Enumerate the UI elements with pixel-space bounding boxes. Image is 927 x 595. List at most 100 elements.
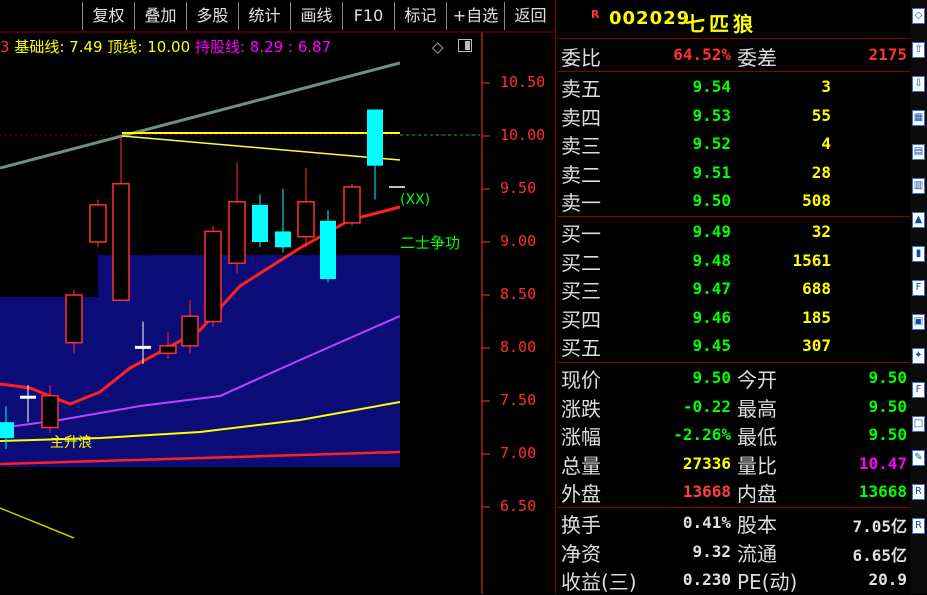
base-line-value: 7.49 <box>69 38 103 56</box>
ask-level-label: 卖四 <box>561 105 601 130</box>
xx-label: (XX) <box>400 192 431 208</box>
ask-price: 9.51 <box>692 162 731 182</box>
right-toolstrip: ◇ ⇧ ⇩ ▦ ▤ ▥ ▲ ▮ F ▣ ✦ F □ ✎ R R <box>910 0 927 594</box>
hold-line-label: 持股线: <box>194 38 245 56</box>
candle-body <box>65 294 83 344</box>
quote-panel: R 002029 七匹狼 委比 64.52% 委差 2175 卖五 9.54 3 卖四 9.53… <box>557 0 910 594</box>
r-badge: R <box>591 8 600 21</box>
f10-button[interactable]: F10 <box>342 2 394 30</box>
bid-level-label: 买四 <box>561 307 601 332</box>
hold-line-sep: : <box>287 38 294 56</box>
bid-level-label: 买三 <box>561 279 601 304</box>
bid-volume: 307 <box>802 336 831 356</box>
bid-volume: 1561 <box>792 250 831 270</box>
base-line-label: 基础线: <box>14 38 65 56</box>
toolstrip-icon[interactable]: ⇧ <box>912 42 925 58</box>
fund-label: 收益(三) <box>561 570 637 595</box>
bid-level-label: 买一 <box>561 222 601 246</box>
ask-volume: 55 <box>811 105 831 125</box>
stat-label: 量比 <box>737 453 777 478</box>
window-toggle-icon[interactable] <box>458 39 472 52</box>
indicator-legend: 3 基础线: 7.49 顶线: 10.00 持股线: 8.29 : 6.87 <box>0 36 331 57</box>
candle-body <box>135 345 151 349</box>
zhusheng-label: 主升浪 <box>50 435 92 451</box>
stat-label: 最低 <box>737 425 777 450</box>
toolstrip-icon[interactable]: R <box>912 518 925 534</box>
bid-price: 9.47 <box>692 279 731 299</box>
fund-label: 流通 <box>737 541 777 566</box>
fuquan-button[interactable]: 复权 <box>82 2 134 30</box>
candle-body <box>112 182 130 302</box>
stat-label: 外盘 <box>561 482 601 507</box>
stat-value: 9.50 <box>868 425 907 445</box>
toolstrip-icon[interactable]: ◇ <box>912 8 925 24</box>
toolstrip-icon[interactable]: □ <box>912 416 925 432</box>
toolstrip-icon[interactable]: ▮ <box>912 246 925 262</box>
toolstrip-icon[interactable]: ✦ <box>912 348 925 364</box>
fund-value: 0.230 <box>682 570 731 590</box>
stat-value: 13668 <box>858 482 907 502</box>
candle-body <box>20 395 36 399</box>
statistics-button[interactable]: 统计 <box>238 2 290 30</box>
ask-price: 9.53 <box>692 105 731 125</box>
stock-code: 002029 <box>609 8 691 29</box>
ask-level-label: 卖一 <box>561 191 601 216</box>
candle-body <box>275 231 291 248</box>
hold-line-value: 8.29 <box>249 38 284 56</box>
toolstrip-icon[interactable]: R <box>912 484 925 500</box>
bid-price: 9.49 <box>692 222 731 241</box>
candle-body <box>204 230 222 323</box>
candle-body <box>228 200 246 264</box>
candle-body <box>367 109 383 166</box>
overlay-button[interactable]: 叠加 <box>134 2 186 30</box>
fund-value: 6.65亿 <box>852 545 907 565</box>
stat-label: 内盘 <box>737 482 777 507</box>
toolstrip-icon[interactable]: ▤ <box>912 144 925 160</box>
stat-label: 涨幅 <box>561 425 601 450</box>
toolstrip-icon[interactable]: F <box>912 382 925 398</box>
bid-volume: 688 <box>802 279 831 299</box>
bid-price: 9.46 <box>692 307 731 327</box>
fund-label: 股本 <box>737 513 777 537</box>
back-button[interactable]: 返回 <box>504 2 556 30</box>
stat-value: 10.47 <box>858 453 907 473</box>
erzheng-label: 二士争功 <box>400 234 461 252</box>
yellow-decline <box>0 507 75 539</box>
price-axis-label: 7.00 <box>500 444 537 462</box>
ratio-diff-value: 2175 <box>868 45 907 64</box>
multi-stock-button[interactable]: 多股 <box>186 2 238 30</box>
ask-price: 9.52 <box>692 134 731 154</box>
candle-body <box>181 315 199 347</box>
bid-price: 9.48 <box>692 250 731 270</box>
candle-body <box>252 204 268 242</box>
stock-name: 七匹狼 <box>685 12 757 36</box>
candle-body <box>0 422 14 439</box>
stat-value: -2.26% <box>673 425 731 445</box>
toolstrip-icon[interactable]: ▣ <box>912 314 925 330</box>
price-axis-label: 9.00 <box>500 232 537 250</box>
candle-body <box>159 345 177 355</box>
hold-line-value2: 6.87 <box>297 38 332 56</box>
candle-body <box>320 220 336 280</box>
stat-label: 今开 <box>737 368 777 392</box>
mark-button[interactable]: 标记 <box>394 2 446 30</box>
add-watchlist-button[interactable]: +自选 <box>446 2 504 30</box>
toolstrip-icon[interactable]: F <box>912 280 925 296</box>
draw-line-button[interactable]: 画线 <box>290 2 342 30</box>
toolstrip-icon[interactable]: ⇩ <box>912 76 925 92</box>
toolstrip-icon[interactable]: ✎ <box>912 450 925 466</box>
candle-body <box>89 204 107 243</box>
toolstrip-icon[interactable]: ▲ <box>912 212 925 228</box>
diamond-icon[interactable]: ◇ <box>432 38 444 56</box>
price-axis-label: 6.50 <box>500 497 537 515</box>
price-axis-label: 7.50 <box>500 391 537 409</box>
toolstrip-icon[interactable]: ▥ <box>912 178 925 194</box>
bid-level-label: 买五 <box>561 336 601 361</box>
toolstrip-icon[interactable]: ▦ <box>912 110 925 126</box>
ask-volume: 4 <box>821 134 831 154</box>
top-line-label: 顶线: <box>107 38 143 56</box>
ask-volume: 508 <box>802 191 831 211</box>
kline-chart[interactable] <box>0 0 556 594</box>
fund-label: 净资 <box>561 541 601 566</box>
bid-level-label: 买二 <box>561 250 601 275</box>
